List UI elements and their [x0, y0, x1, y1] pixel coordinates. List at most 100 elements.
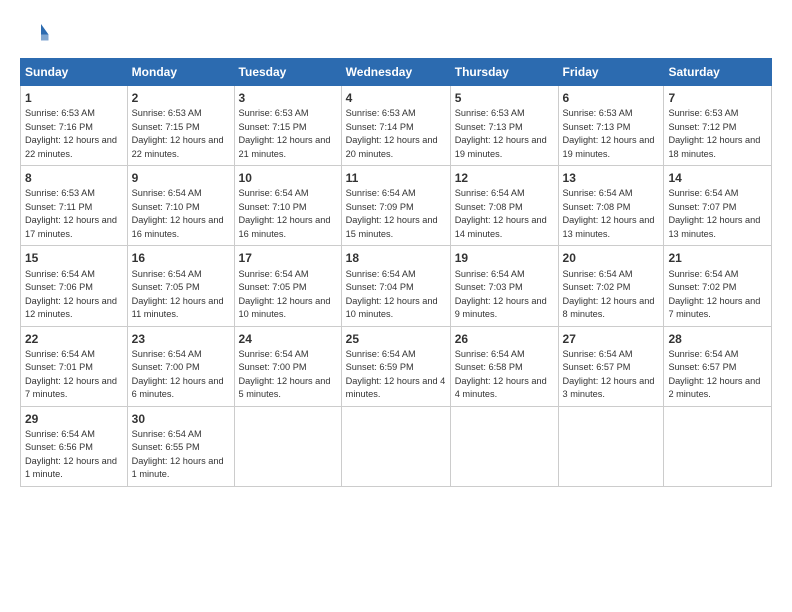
day-info: Sunrise: 6:53 AMSunset: 7:16 PMDaylight:… — [25, 108, 117, 159]
day-info: Sunrise: 6:54 AMSunset: 6:56 PMDaylight:… — [25, 429, 117, 480]
day-info: Sunrise: 6:54 AMSunset: 6:55 PMDaylight:… — [132, 429, 224, 480]
header — [20, 18, 772, 48]
calendar-week-4: 22 Sunrise: 6:54 AMSunset: 7:01 PMDaylig… — [21, 326, 772, 406]
calendar-cell: 17 Sunrise: 6:54 AMSunset: 7:05 PMDaylig… — [234, 246, 341, 326]
day-number: 8 — [25, 170, 123, 186]
calendar-cell: 13 Sunrise: 6:54 AMSunset: 7:08 PMDaylig… — [558, 166, 664, 246]
day-number: 30 — [132, 411, 230, 427]
day-number: 18 — [346, 250, 446, 266]
calendar-cell: 23 Sunrise: 6:54 AMSunset: 7:00 PMDaylig… — [127, 326, 234, 406]
column-header-monday: Monday — [127, 59, 234, 86]
day-info: Sunrise: 6:54 AMSunset: 7:08 PMDaylight:… — [563, 188, 655, 239]
calendar-cell: 27 Sunrise: 6:54 AMSunset: 6:57 PMDaylig… — [558, 326, 664, 406]
day-info: Sunrise: 6:53 AMSunset: 7:12 PMDaylight:… — [668, 108, 760, 159]
day-info: Sunrise: 6:54 AMSunset: 7:10 PMDaylight:… — [132, 188, 224, 239]
calendar-cell: 6 Sunrise: 6:53 AMSunset: 7:13 PMDayligh… — [558, 86, 664, 166]
calendar-cell: 20 Sunrise: 6:54 AMSunset: 7:02 PMDaylig… — [558, 246, 664, 326]
calendar-week-2: 8 Sunrise: 6:53 AMSunset: 7:11 PMDayligh… — [21, 166, 772, 246]
day-info: Sunrise: 6:54 AMSunset: 7:03 PMDaylight:… — [455, 269, 547, 320]
day-number: 21 — [668, 250, 767, 266]
column-header-sunday: Sunday — [21, 59, 128, 86]
day-info: Sunrise: 6:54 AMSunset: 7:02 PMDaylight:… — [563, 269, 655, 320]
day-number: 4 — [346, 90, 446, 106]
day-number: 23 — [132, 331, 230, 347]
calendar-cell: 11 Sunrise: 6:54 AMSunset: 7:09 PMDaylig… — [341, 166, 450, 246]
calendar-cell: 16 Sunrise: 6:54 AMSunset: 7:05 PMDaylig… — [127, 246, 234, 326]
day-info: Sunrise: 6:54 AMSunset: 7:02 PMDaylight:… — [668, 269, 760, 320]
day-info: Sunrise: 6:54 AMSunset: 7:01 PMDaylight:… — [25, 349, 117, 400]
calendar-cell: 18 Sunrise: 6:54 AMSunset: 7:04 PMDaylig… — [341, 246, 450, 326]
calendar-cell: 1 Sunrise: 6:53 AMSunset: 7:16 PMDayligh… — [21, 86, 128, 166]
day-number: 20 — [563, 250, 660, 266]
calendar-cell: 10 Sunrise: 6:54 AMSunset: 7:10 PMDaylig… — [234, 166, 341, 246]
day-number: 27 — [563, 331, 660, 347]
day-info: Sunrise: 6:53 AMSunset: 7:11 PMDaylight:… — [25, 188, 117, 239]
page-container: SundayMondayTuesdayWednesdayThursdayFrid… — [0, 0, 792, 497]
day-info: Sunrise: 6:53 AMSunset: 7:13 PMDaylight:… — [563, 108, 655, 159]
column-header-saturday: Saturday — [664, 59, 772, 86]
calendar-cell: 3 Sunrise: 6:53 AMSunset: 7:15 PMDayligh… — [234, 86, 341, 166]
column-header-tuesday: Tuesday — [234, 59, 341, 86]
day-number: 19 — [455, 250, 554, 266]
calendar-cell: 26 Sunrise: 6:54 AMSunset: 6:58 PMDaylig… — [450, 326, 558, 406]
calendar-cell — [450, 406, 558, 486]
day-info: Sunrise: 6:53 AMSunset: 7:15 PMDaylight:… — [239, 108, 331, 159]
calendar-cell: 9 Sunrise: 6:54 AMSunset: 7:10 PMDayligh… — [127, 166, 234, 246]
day-number: 9 — [132, 170, 230, 186]
logo-icon — [20, 18, 50, 48]
calendar-cell: 8 Sunrise: 6:53 AMSunset: 7:11 PMDayligh… — [21, 166, 128, 246]
day-number: 14 — [668, 170, 767, 186]
day-info: Sunrise: 6:54 AMSunset: 6:59 PMDaylight:… — [346, 349, 446, 400]
day-number: 22 — [25, 331, 123, 347]
day-info: Sunrise: 6:54 AMSunset: 7:00 PMDaylight:… — [239, 349, 331, 400]
day-number: 1 — [25, 90, 123, 106]
day-info: Sunrise: 6:53 AMSunset: 7:15 PMDaylight:… — [132, 108, 224, 159]
calendar-cell: 30 Sunrise: 6:54 AMSunset: 6:55 PMDaylig… — [127, 406, 234, 486]
day-number: 25 — [346, 331, 446, 347]
calendar-cell: 4 Sunrise: 6:53 AMSunset: 7:14 PMDayligh… — [341, 86, 450, 166]
day-number: 11 — [346, 170, 446, 186]
calendar-cell: 19 Sunrise: 6:54 AMSunset: 7:03 PMDaylig… — [450, 246, 558, 326]
calendar-cell: 22 Sunrise: 6:54 AMSunset: 7:01 PMDaylig… — [21, 326, 128, 406]
day-number: 26 — [455, 331, 554, 347]
day-info: Sunrise: 6:54 AMSunset: 7:09 PMDaylight:… — [346, 188, 438, 239]
day-info: Sunrise: 6:54 AMSunset: 7:07 PMDaylight:… — [668, 188, 760, 239]
calendar-cell — [341, 406, 450, 486]
column-header-friday: Friday — [558, 59, 664, 86]
calendar-cell — [234, 406, 341, 486]
logo — [20, 18, 54, 48]
calendar-cell: 12 Sunrise: 6:54 AMSunset: 7:08 PMDaylig… — [450, 166, 558, 246]
day-info: Sunrise: 6:53 AMSunset: 7:14 PMDaylight:… — [346, 108, 438, 159]
calendar-week-3: 15 Sunrise: 6:54 AMSunset: 7:06 PMDaylig… — [21, 246, 772, 326]
day-number: 3 — [239, 90, 337, 106]
day-info: Sunrise: 6:54 AMSunset: 7:05 PMDaylight:… — [132, 269, 224, 320]
day-number: 28 — [668, 331, 767, 347]
day-info: Sunrise: 6:54 AMSunset: 7:10 PMDaylight:… — [239, 188, 331, 239]
day-info: Sunrise: 6:54 AMSunset: 7:06 PMDaylight:… — [25, 269, 117, 320]
calendar-cell — [664, 406, 772, 486]
calendar-cell: 24 Sunrise: 6:54 AMSunset: 7:00 PMDaylig… — [234, 326, 341, 406]
day-number: 13 — [563, 170, 660, 186]
day-number: 12 — [455, 170, 554, 186]
calendar-cell: 29 Sunrise: 6:54 AMSunset: 6:56 PMDaylig… — [21, 406, 128, 486]
calendar-week-5: 29 Sunrise: 6:54 AMSunset: 6:56 PMDaylig… — [21, 406, 772, 486]
calendar-cell: 21 Sunrise: 6:54 AMSunset: 7:02 PMDaylig… — [664, 246, 772, 326]
column-header-thursday: Thursday — [450, 59, 558, 86]
day-info: Sunrise: 6:54 AMSunset: 7:04 PMDaylight:… — [346, 269, 438, 320]
calendar-week-1: 1 Sunrise: 6:53 AMSunset: 7:16 PMDayligh… — [21, 86, 772, 166]
day-info: Sunrise: 6:53 AMSunset: 7:13 PMDaylight:… — [455, 108, 547, 159]
day-number: 10 — [239, 170, 337, 186]
day-info: Sunrise: 6:54 AMSunset: 7:00 PMDaylight:… — [132, 349, 224, 400]
day-number: 5 — [455, 90, 554, 106]
day-info: Sunrise: 6:54 AMSunset: 7:08 PMDaylight:… — [455, 188, 547, 239]
day-number: 15 — [25, 250, 123, 266]
day-number: 7 — [668, 90, 767, 106]
column-header-wednesday: Wednesday — [341, 59, 450, 86]
calendar-cell: 7 Sunrise: 6:53 AMSunset: 7:12 PMDayligh… — [664, 86, 772, 166]
day-info: Sunrise: 6:54 AMSunset: 7:05 PMDaylight:… — [239, 269, 331, 320]
calendar-cell: 14 Sunrise: 6:54 AMSunset: 7:07 PMDaylig… — [664, 166, 772, 246]
day-number: 24 — [239, 331, 337, 347]
day-info: Sunrise: 6:54 AMSunset: 6:58 PMDaylight:… — [455, 349, 547, 400]
calendar-cell — [558, 406, 664, 486]
day-number: 29 — [25, 411, 123, 427]
